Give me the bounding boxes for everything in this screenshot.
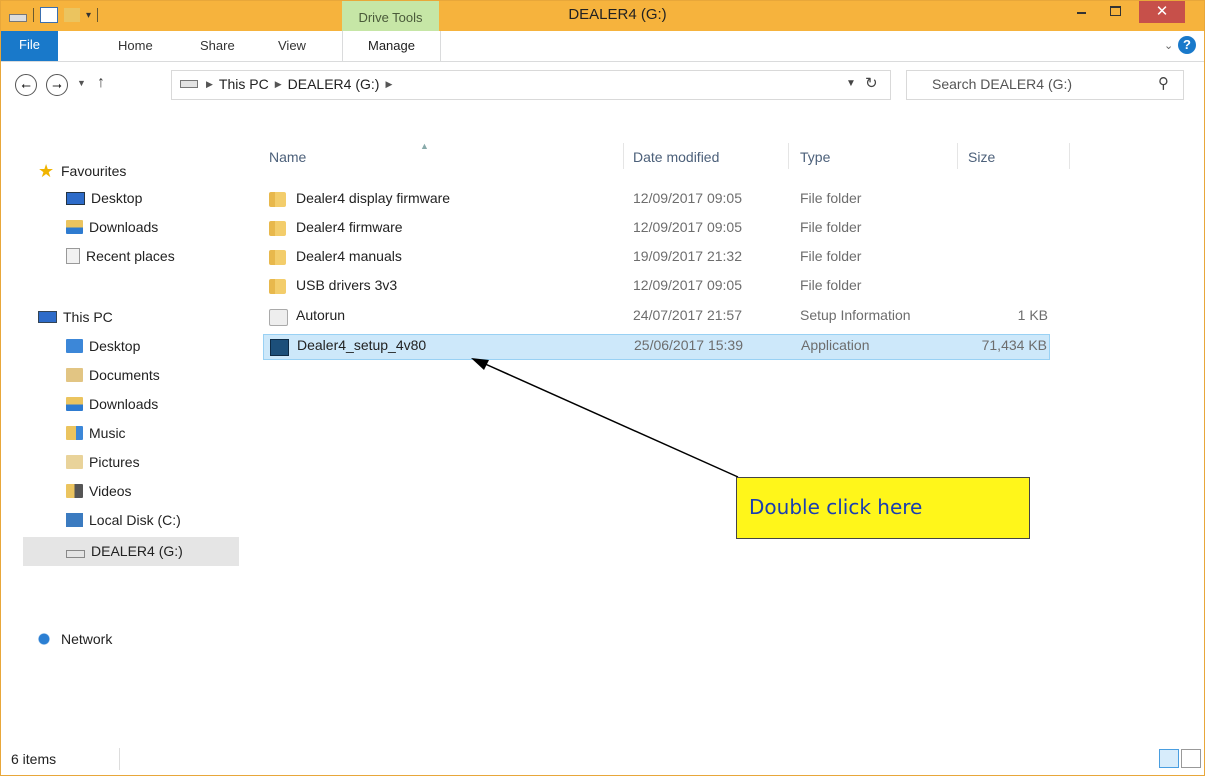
details-view-icon[interactable] bbox=[1159, 749, 1179, 768]
callout-text: Double click here bbox=[749, 495, 923, 519]
annotation-callout: Double click here bbox=[736, 477, 1030, 539]
item-count: 6 items bbox=[11, 751, 57, 767]
status-bar: 6 items bbox=[1, 744, 1204, 774]
status-divider bbox=[119, 748, 120, 770]
annotation-arrow bbox=[471, 358, 739, 478]
explorer-window: ▾ Drive Tools DEALER4 (G:) ✕ File Home S… bbox=[0, 0, 1205, 776]
large-icons-view-icon[interactable] bbox=[1181, 749, 1201, 768]
